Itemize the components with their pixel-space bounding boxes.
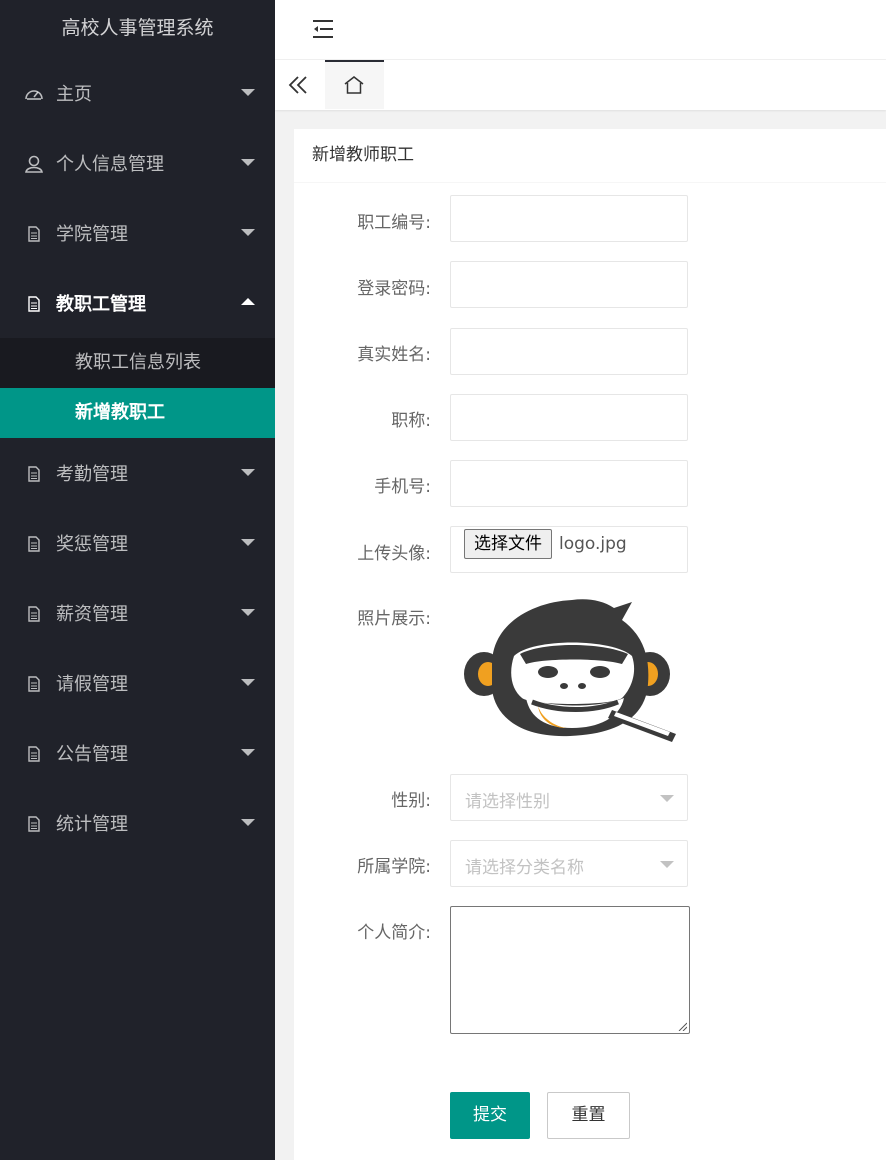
real-name-input[interactable] [450, 328, 688, 375]
sidebar-item-label: 学院管理 [56, 224, 128, 245]
form-label: 真实姓名: [357, 345, 431, 365]
chevron-down-icon [241, 539, 255, 546]
sidebar-item-college[interactable]: 学院管理 [0, 198, 275, 268]
top-header [275, 0, 886, 60]
form-label: 照片展示: [357, 609, 431, 629]
submit-button[interactable]: 提交 [450, 1092, 530, 1139]
password-input[interactable] [450, 261, 688, 308]
chevron-down-icon [241, 229, 255, 236]
document-icon [28, 606, 40, 622]
submenu-item-staff-list[interactable]: 教职工信息列表 [0, 338, 275, 388]
intro-textarea[interactable] [450, 906, 690, 1034]
gender-select-placeholder: 请选择性别 [465, 792, 550, 812]
document-icon [28, 746, 40, 762]
chevron-down-icon [241, 469, 255, 476]
tab-home[interactable] [325, 60, 384, 109]
choose-file-button[interactable]: 选择文件 [464, 529, 552, 559]
home-icon [344, 76, 364, 94]
staff-submenu: 教职工信息列表 新增教职工 [0, 338, 275, 438]
document-icon [28, 536, 40, 552]
form-label: 性别: [391, 791, 431, 811]
double-chevron-left-icon [288, 76, 307, 94]
avatar-file-input: 选择文件 logo.jpg [450, 526, 688, 573]
gender-select[interactable]: 请选择性别 [450, 774, 688, 821]
file-name: logo.jpg [559, 534, 627, 554]
resize-handle-icon[interactable] [678, 1022, 687, 1031]
chevron-down-icon [241, 609, 255, 616]
tab-bar [275, 60, 886, 110]
sidebar-item-label: 请假管理 [56, 674, 128, 695]
sidebar-item-label: 主页 [56, 84, 92, 105]
chevron-down-icon [241, 159, 255, 166]
sidebar: 高校人事管理系统 主页 个人信息管理 学院管理 教职工管理 教职工信息列表 新增… [0, 0, 275, 1160]
form-label: 职称: [391, 411, 431, 431]
form-label: 手机号: [374, 477, 431, 497]
form-label: 登录密码: [357, 279, 431, 299]
submenu-item-add-staff[interactable]: 新增教职工 [0, 388, 275, 438]
form-card: 新增教师职工 职工编号: 登录密码: 真实姓名: 职称: 手机号: 上传头像: … [294, 129, 886, 1160]
college-select[interactable]: 请选择分类名称 [450, 840, 688, 887]
sidebar-item-personal-info[interactable]: 个人信息管理 [0, 128, 275, 198]
chevron-down-icon [241, 679, 255, 686]
chevron-down-icon [241, 89, 255, 96]
dashboard-icon [25, 90, 43, 100]
job-title-input[interactable] [450, 394, 688, 441]
sidebar-item-rewards[interactable]: 奖惩管理 [0, 508, 275, 578]
chevron-up-icon [241, 298, 255, 305]
form-label: 上传头像: [357, 544, 431, 564]
chevron-down-icon [660, 795, 674, 802]
form-label: 职工编号: [357, 213, 431, 233]
sidebar-item-label: 统计管理 [56, 814, 128, 835]
sidebar-item-home[interactable]: 主页 [0, 58, 275, 128]
sidebar-item-label: 奖惩管理 [56, 534, 128, 555]
document-icon [28, 296, 40, 312]
form-label: 所属学院: [357, 857, 431, 877]
app-title: 高校人事管理系统 [61, 17, 214, 39]
sidebar-item-label: 薪资管理 [56, 604, 128, 625]
sidebar-item-attendance[interactable]: 考勤管理 [0, 438, 275, 508]
document-icon [28, 466, 40, 482]
sidebar-item-label: 公告管理 [56, 744, 128, 765]
emp-no-input[interactable] [450, 195, 688, 242]
tab-scroll-left-button[interactable] [275, 60, 325, 110]
sidebar-item-label: 考勤管理 [56, 464, 128, 485]
sidebar-item-statistics[interactable]: 统计管理 [0, 788, 275, 858]
document-icon [28, 226, 40, 242]
document-icon [28, 676, 40, 692]
chevron-down-icon [241, 749, 255, 756]
college-select-placeholder: 请选择分类名称 [465, 858, 584, 878]
chevron-down-icon [241, 819, 255, 826]
sidebar-item-announcements[interactable]: 公告管理 [0, 718, 275, 788]
reset-button[interactable]: 重置 [547, 1092, 630, 1139]
user-icon [25, 155, 43, 173]
sidebar-item-label: 教职工管理 [56, 294, 146, 315]
card-title: 新增教师职工 [294, 129, 886, 183]
document-icon [28, 816, 40, 832]
sidebar-item-staff[interactable]: 教职工管理 [0, 268, 275, 338]
menu-fold-icon[interactable] [311, 18, 335, 40]
avatar-preview-image [464, 599, 676, 742]
form-label: 个人简介: [357, 923, 431, 943]
sidebar-item-label: 个人信息管理 [56, 154, 164, 175]
sidebar-item-salary[interactable]: 薪资管理 [0, 578, 275, 648]
sidebar-item-leave[interactable]: 请假管理 [0, 648, 275, 718]
phone-input[interactable] [450, 460, 688, 507]
chevron-down-icon [660, 861, 674, 868]
